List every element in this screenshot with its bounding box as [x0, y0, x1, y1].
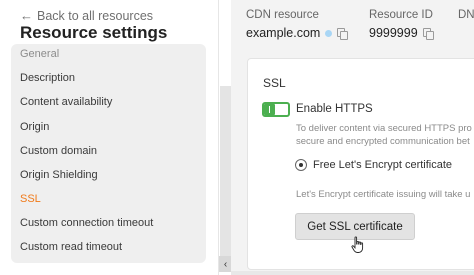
lets-encrypt-label[interactable]: Free Let's Encrypt certificate — [313, 159, 452, 171]
nav-item-description[interactable]: Description — [20, 72, 75, 84]
enable-https-label: Enable HTTPS — [296, 103, 373, 115]
nav-item-custom-connection-timeout[interactable]: Custom connection timeout — [20, 217, 153, 229]
sidebar-collapse-strip: ‹ — [218, 0, 232, 275]
settings-nav: General Description Content availability… — [11, 44, 206, 263]
back-to-resources-link[interactable]: ← Back to all resources — [20, 8, 153, 23]
https-description: To deliver content via secured HTTPS pro… — [296, 122, 472, 148]
nav-item-origin[interactable]: Origin — [20, 121, 49, 133]
status-dot-icon — [325, 29, 333, 37]
sidebar: ← Back to all resources Resource setting… — [0, 0, 218, 275]
resource-id-number: 9999999 — [369, 26, 418, 40]
nav-item-custom-domain[interactable]: Custom domain — [20, 145, 97, 157]
cdn-resource-label: CDN resource — [246, 9, 319, 21]
chevron-left-icon: ‹ — [223, 258, 228, 270]
scrollbar-track[interactable] — [220, 86, 231, 256]
page-title: Resource settings — [20, 23, 168, 42]
https-description-line-2: secure and encrypted communication bet — [296, 136, 470, 147]
toggle-knob — [264, 104, 275, 115]
copy-icon[interactable] — [422, 28, 434, 40]
enable-https-toggle[interactable] — [262, 102, 290, 117]
copy-icon[interactable] — [337, 28, 349, 40]
bottom-divider — [231, 271, 474, 275]
ssl-card-title: SSL — [263, 76, 286, 90]
arrow-left-icon: ← — [20, 8, 33, 23]
back-link-label: Back to all resources — [37, 8, 154, 23]
cdn-resource-value: example.com — [246, 26, 349, 40]
dn-label: DN — [458, 9, 474, 21]
nav-item-general[interactable]: General — [20, 48, 59, 60]
hand-pointer-icon — [351, 236, 364, 253]
resource-id-value: 9999999 — [369, 26, 434, 40]
radio-selected-dot — [299, 163, 303, 167]
nav-item-origin-shielding[interactable]: Origin Shielding — [20, 169, 98, 181]
cdn-resource-name: example.com — [246, 26, 321, 40]
nav-item-ssl[interactable]: SSL — [20, 193, 41, 205]
issuing-note: Let's Encrypt certificate issuing will t… — [296, 189, 471, 200]
https-description-line-1: To deliver content via secured HTTPS pro — [296, 123, 472, 134]
nav-item-custom-read-timeout[interactable]: Custom read timeout — [20, 241, 122, 253]
lets-encrypt-radio[interactable] — [295, 159, 307, 171]
nav-item-content-availability[interactable]: Content availability — [20, 96, 112, 108]
resource-id-label: Resource ID — [369, 9, 433, 21]
